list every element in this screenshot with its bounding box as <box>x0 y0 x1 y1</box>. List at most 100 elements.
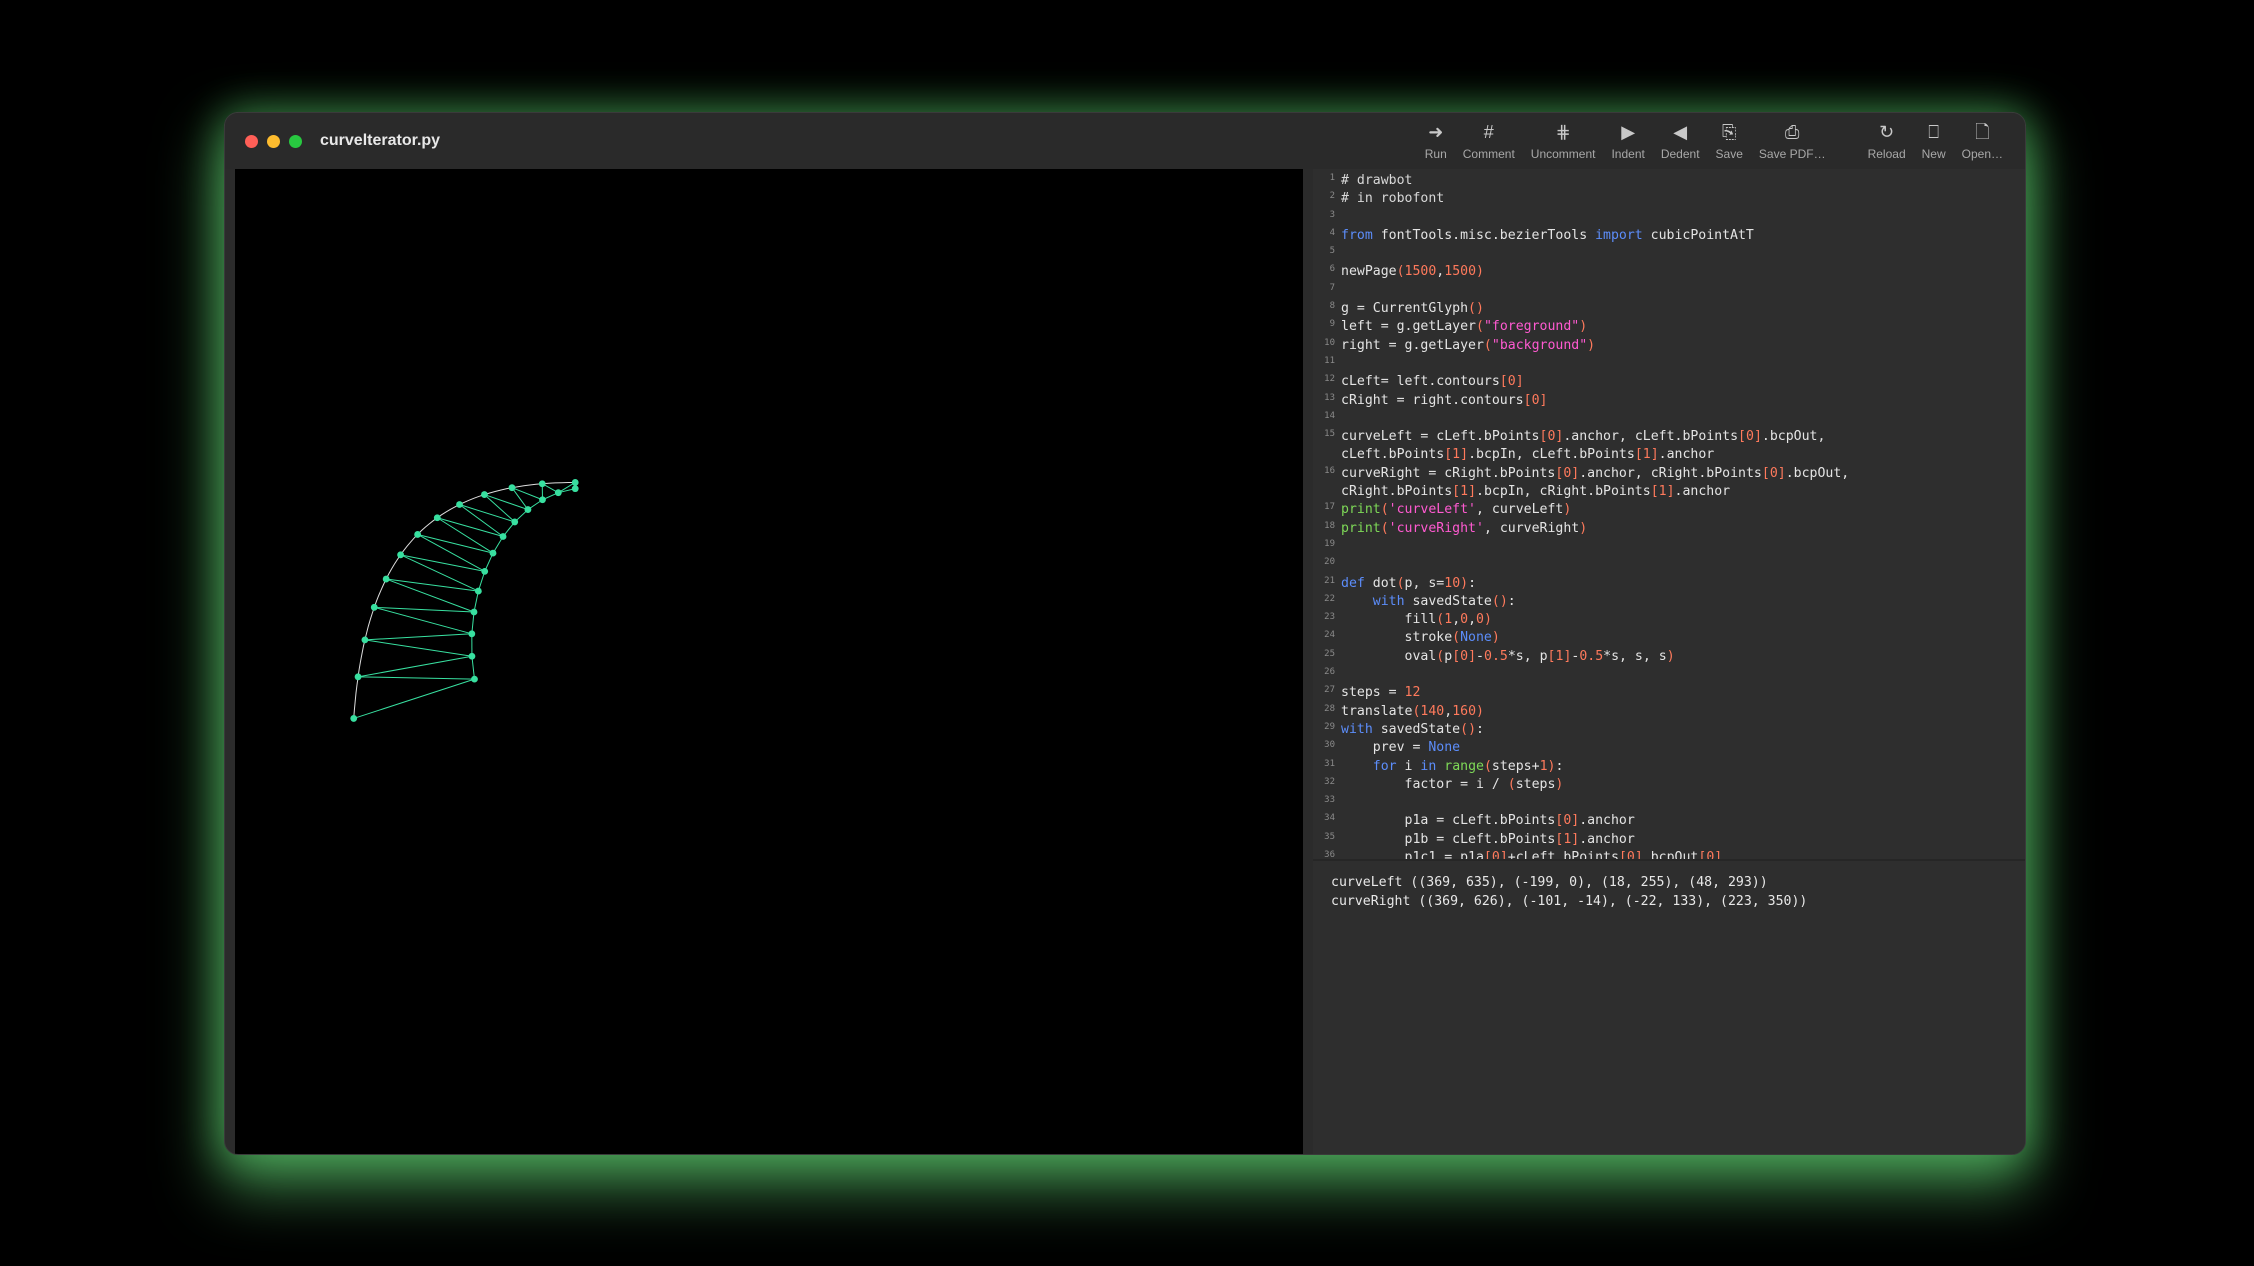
code-line[interactable]: 3 <box>1313 209 2025 227</box>
rung-line <box>417 533 494 554</box>
code-text: def dot(p, s=10): <box>1341 575 1477 591</box>
dedent-button[interactable]: ◀ Dedent <box>1653 119 1708 161</box>
code-line[interactable]: 25 oval(p[0]-0.5*s, p[1]-0.5*s, s, s) <box>1313 648 2025 666</box>
code-line[interactable]: 18 print('curveRight', curveRight) <box>1313 520 2025 538</box>
code-line[interactable]: 9 left = g.getLayer("foreground") <box>1313 318 2025 336</box>
zoom-window-button[interactable] <box>289 134 302 148</box>
left-curve-dot <box>361 636 369 644</box>
diagonal-line <box>484 494 516 523</box>
code-line[interactable]: 30 prev = None <box>1313 739 2025 757</box>
drawing-canvas[interactable] <box>235 169 1303 1154</box>
code-text: from fontTools.misc.bezierTools import c… <box>1341 227 1754 243</box>
right-curve-dot <box>554 489 562 497</box>
code-line[interactable]: 5 <box>1313 245 2025 263</box>
line-number: 28 <box>1324 703 1335 714</box>
rung-line <box>353 678 475 719</box>
line-number: 35 <box>1324 831 1335 842</box>
left-curve-dot <box>456 501 463 508</box>
code-line[interactable]: 7 <box>1313 282 2025 300</box>
toolbar: ➜ Run # Comment ⋕ Uncomment ▶ Indent ◀ D… <box>1417 119 2011 161</box>
line-number: 27 <box>1324 685 1335 696</box>
window-title: curvelterator.py <box>320 132 441 149</box>
code-line[interactable]: 17 print('curveLeft', curveLeft) <box>1313 501 2025 519</box>
code-line[interactable]: 32 factor = i / (steps) <box>1313 776 2025 794</box>
code-line[interactable]: 24 stroke(None) <box>1313 629 2025 647</box>
code-line[interactable]: 8 g = CurrentGlyph() <box>1313 300 2025 318</box>
code-line[interactable]: 20 <box>1313 556 2025 574</box>
code-text: oval(p[0]-0.5*s, p[1]-0.5*s, s, s) <box>1341 648 1675 664</box>
run-icon: ➜ <box>1428 122 1444 142</box>
rung-line <box>484 494 529 511</box>
left-curve-dot <box>370 603 378 611</box>
line-number: 20 <box>1324 557 1335 568</box>
uncomment-button[interactable]: ⋕ Uncomment <box>1523 119 1604 161</box>
code-line[interactable]: 6 newPage(1500,1500) <box>1313 263 2025 281</box>
new-icon: ⎕ <box>1928 122 1940 142</box>
new-button[interactable]: ⎕ New <box>1914 119 1954 161</box>
code-line[interactable]: 10 right = g.getLayer("background") <box>1313 337 2025 355</box>
code-line[interactable]: cLeft.bPoints[1].bcpIn, cLeft.bPoints[1]… <box>1313 446 2025 464</box>
line-number: 5 <box>1329 246 1335 257</box>
code-line[interactable]: 1 # drawbot <box>1313 172 2025 190</box>
code-text: curveLeft = cLeft.bPoints[0].anchor, cLe… <box>1341 429 1826 445</box>
code-line[interactable]: 29 with savedState(): <box>1313 721 2025 739</box>
save-button[interactable]: ⎘ Save <box>1708 119 1751 161</box>
code-line[interactable]: 12 cLeft= left.contours[0] <box>1313 373 2025 391</box>
curve-drawing <box>350 479 579 722</box>
code-line[interactable]: 21 def dot(p, s=10): <box>1313 575 2025 593</box>
minimize-window-button[interactable] <box>267 134 280 148</box>
line-number: 31 <box>1324 758 1335 769</box>
split-view-divider[interactable] <box>1303 169 1313 1154</box>
code-line[interactable]: 14 <box>1313 410 2025 428</box>
code-line[interactable]: 31 for i in range(steps+1): <box>1313 758 2025 776</box>
code-line[interactable]: 15 curveLeft = cLeft.bPoints[0].anchor, c… <box>1313 428 2025 446</box>
right-curve-dot <box>539 496 546 504</box>
code-text: prev = None <box>1341 740 1461 756</box>
save-pdf-button[interactable]: ⎙ Save PDF… <box>1751 119 1834 161</box>
code-editor[interactable]: 1 # drawbot 2 # in robofont 3 4 from fontTools… <box>1313 169 2025 859</box>
code-line[interactable]: 16 curveRight = cRight.bPoints[0].anchor,… <box>1313 465 2025 483</box>
reload-button[interactable]: ↻ Reload <box>1860 119 1914 161</box>
code-text: for i in range(steps+1): <box>1372 758 1564 774</box>
code-line[interactable]: 23 fill(1,0,0) <box>1313 611 2025 629</box>
code-line[interactable]: 28 translate(140,160) <box>1313 703 2025 721</box>
line-number: 21 <box>1324 575 1335 586</box>
line-number: 11 <box>1324 355 1335 366</box>
line-number: 16 <box>1324 465 1335 476</box>
output-console: curveLeft ((369, 635), (-199, 0), (18, 2… <box>1313 861 2025 1154</box>
indent-button[interactable]: ▶ Indent <box>1603 119 1652 161</box>
code-line[interactable]: 27 steps = 12 <box>1313 684 2025 702</box>
drawbot-window: curvelterator.py ➜ Run # Comment ⋕ Uncom… <box>224 112 2026 1155</box>
comment-button[interactable]: # Comment <box>1455 119 1523 161</box>
code-line[interactable]: cRight.bPoints[1].bcpIn, cRight.bPoints[… <box>1313 483 2025 501</box>
code-line[interactable]: 36 p1c1 = p1a[0]+cLeft.bPoints[0].bcpOut… <box>1313 849 2025 859</box>
diagonal-line <box>364 639 473 657</box>
code-line[interactable]: 26 <box>1313 666 2025 684</box>
code-text: left = g.getLayer("foreground") <box>1341 319 1588 335</box>
code-line[interactable]: 13 cRight = right.contours[0] <box>1313 392 2025 410</box>
code-line[interactable]: 11 <box>1313 355 2025 373</box>
code-line[interactable]: 35 p1b = cLeft.bPoints[1].anchor <box>1313 831 2025 849</box>
code-line[interactable]: 19 <box>1313 538 2025 556</box>
line-number: 25 <box>1324 648 1335 659</box>
line-number: 15 <box>1324 429 1335 440</box>
line-number: 30 <box>1324 740 1335 751</box>
code-line[interactable]: 4 from fontTools.misc.bezierTools import … <box>1313 227 2025 245</box>
uncomment-icon: ⋕ <box>1555 122 1571 142</box>
code-line[interactable]: 34 p1a = cLeft.bPoints[0].anchor <box>1313 812 2025 830</box>
code-line[interactable]: 33 <box>1313 794 2025 812</box>
right-curve-dot <box>474 587 482 595</box>
code-line[interactable]: 2 # in robofont <box>1313 190 2025 208</box>
open-button[interactable]: 🗋 Open… <box>1954 119 2011 161</box>
dedent-icon: ◀ <box>1673 122 1688 142</box>
code-text: steps = 12 <box>1341 685 1421 701</box>
reload-icon: ↻ <box>1879 122 1895 142</box>
code-line[interactable]: 22 with savedState(): <box>1313 593 2025 611</box>
diagonal-line <box>358 676 475 680</box>
code-text: with savedState(): <box>1372 593 1516 609</box>
run-button[interactable]: ➜ Run <box>1417 119 1455 161</box>
close-window-button[interactable] <box>245 134 258 148</box>
line-number: 8 <box>1329 301 1335 312</box>
right-curve-segment <box>471 656 475 680</box>
left-curve-dot <box>538 480 546 488</box>
